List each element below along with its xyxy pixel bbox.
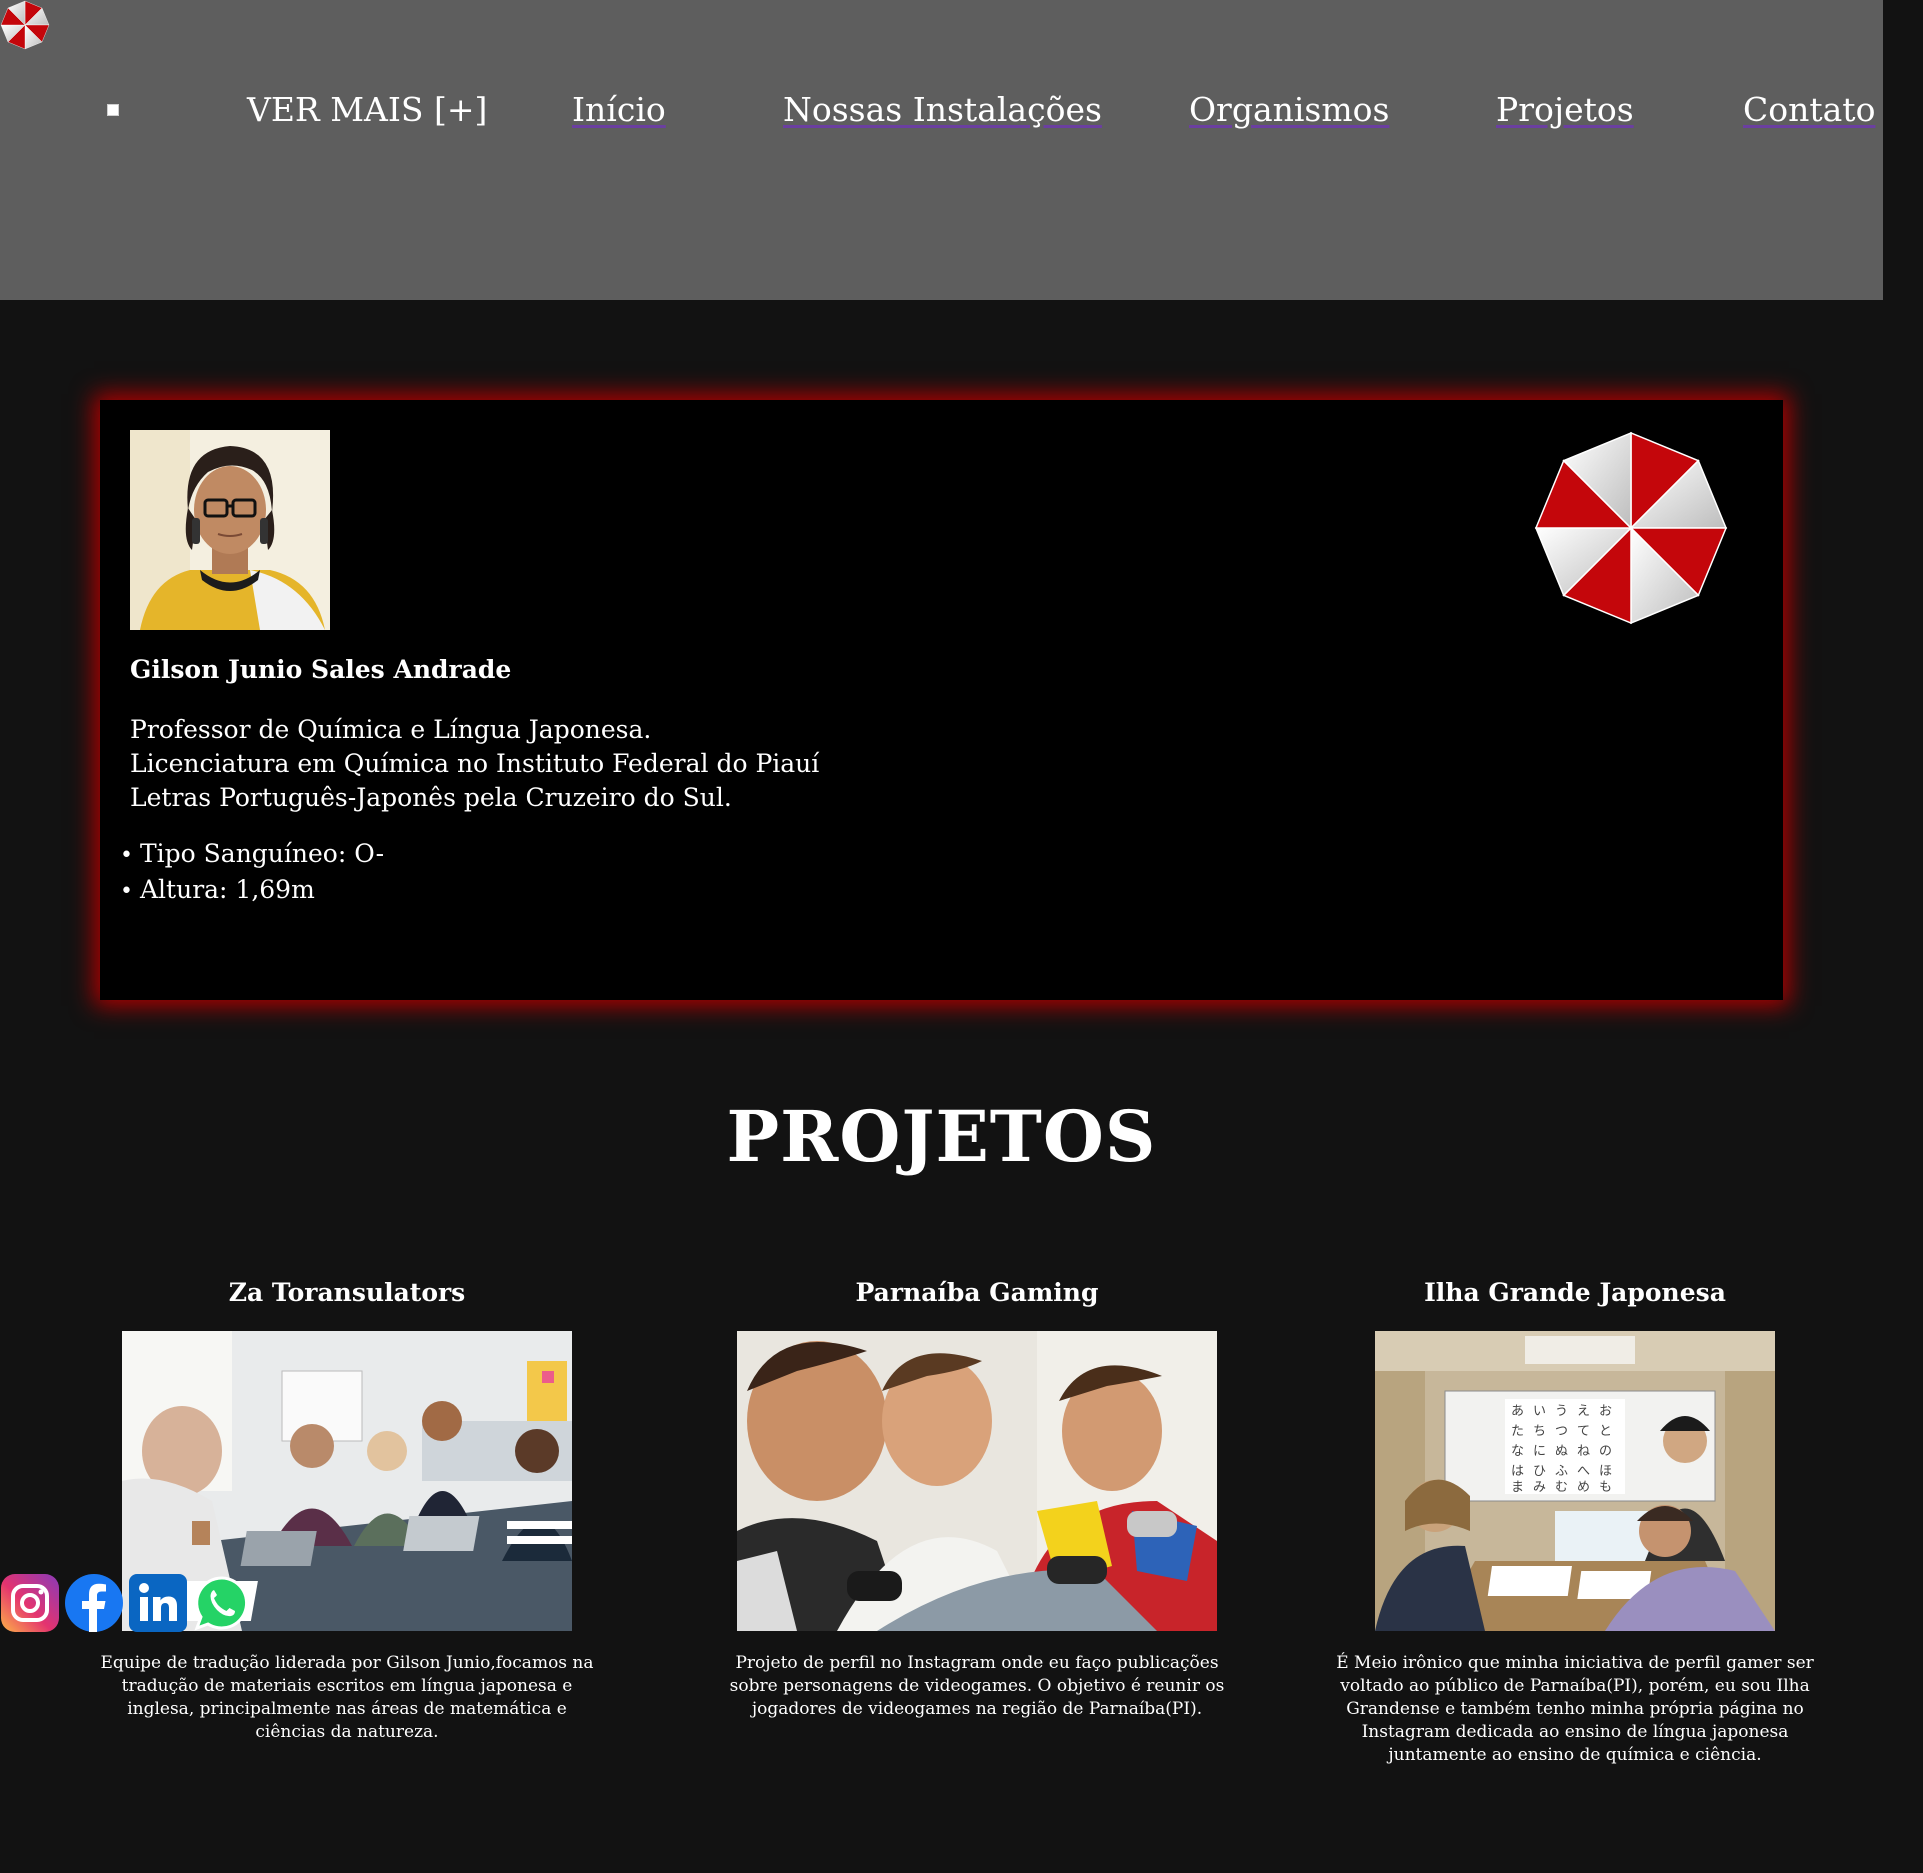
project-title: Za Toransulators bbox=[228, 1278, 466, 1307]
desc-line: jogadores de videogames na região de Par… bbox=[751, 1699, 1203, 1719]
project-image-japanese-class: あいうえお たちつてと なにぬねの はひふへほ まみむめも bbox=[1375, 1331, 1775, 1631]
desc-line: Equipe de tradução liderada por Gilson J… bbox=[100, 1653, 594, 1673]
desc-line: tradução de materiais escritos em língua… bbox=[121, 1676, 573, 1696]
project-title: Parnaíba Gaming bbox=[855, 1278, 1099, 1307]
svg-text:ぬ: ぬ bbox=[1555, 1444, 1568, 1459]
project-description: É Meio irônico que minha iniciativa de p… bbox=[1325, 1652, 1825, 1767]
project-title: Ilha Grande Japonesa bbox=[1424, 1278, 1726, 1307]
project-image-team-meeting bbox=[122, 1331, 572, 1631]
ver-mais-button[interactable]: VER MAIS [+] bbox=[247, 88, 487, 132]
profile-name: Gilson Junio Sales Andrade bbox=[130, 655, 512, 684]
svg-text:む: む bbox=[1555, 1480, 1568, 1495]
svg-text:ね: ね bbox=[1577, 1444, 1590, 1459]
svg-text:お: お bbox=[1599, 1404, 1612, 1419]
profile-facts-list: Tipo Sanguíneo: O- Altura: 1,69m bbox=[120, 837, 384, 909]
bio-line: Letras Português-Japonês pela Cruzeiro d… bbox=[130, 783, 732, 812]
top-navigation-bar: VER MAIS [+] Início Nossas Instalações O… bbox=[0, 0, 1883, 300]
svg-text:あ: あ bbox=[1511, 1404, 1524, 1419]
svg-text:ま: ま bbox=[1511, 1480, 1524, 1495]
svg-text:う: う bbox=[1555, 1404, 1568, 1419]
nav-link-projetos[interactable]: Projetos bbox=[1496, 88, 1634, 132]
profile-photo bbox=[130, 430, 330, 630]
svg-text:て: て bbox=[1577, 1424, 1590, 1439]
bio-line: Professor de Química e Língua Japonesa. bbox=[130, 715, 652, 744]
svg-text:は: は bbox=[1511, 1464, 1524, 1479]
svg-text:も: も bbox=[1599, 1480, 1612, 1495]
list-item: Altura: 1,69m bbox=[120, 873, 384, 909]
list-item: Tipo Sanguíneo: O- bbox=[120, 837, 384, 873]
desc-line: Grandense e também tenho minha própria p… bbox=[1346, 1699, 1804, 1719]
nav-link-inicio[interactable]: Início bbox=[572, 88, 666, 132]
projects-heading: PROJETOS bbox=[726, 1095, 1157, 1178]
nav-link-nossas-instalacoes[interactable]: Nossas Instalações bbox=[783, 88, 1102, 132]
bio-line: Licenciatura em Química no Instituto Fed… bbox=[130, 749, 820, 778]
desc-line: Projeto de perfil no Instagram onde eu f… bbox=[735, 1653, 1219, 1673]
nav-link-organismos[interactable]: Organismos bbox=[1189, 88, 1389, 132]
project-description: Equipe de tradução liderada por Gilson J… bbox=[97, 1652, 597, 1744]
whatsapp-icon[interactable] bbox=[192, 1573, 252, 1633]
svg-text:と: と bbox=[1599, 1424, 1612, 1439]
svg-text:へ: へ bbox=[1577, 1464, 1590, 1479]
svg-text:に: に bbox=[1533, 1444, 1546, 1459]
profile-card: Gilson Junio Sales Andrade Professor de … bbox=[100, 400, 1783, 1000]
desc-line: Instagram dedicada ao ensino de língua j… bbox=[1361, 1722, 1789, 1742]
svg-text:た: た bbox=[1511, 1424, 1524, 1439]
facebook-icon[interactable] bbox=[64, 1573, 124, 1633]
svg-text:い: い bbox=[1533, 1404, 1546, 1419]
svg-text:み: み bbox=[1533, 1480, 1546, 1495]
menu-toggle-icon[interactable] bbox=[107, 104, 119, 116]
linkedin-icon[interactable] bbox=[128, 1573, 188, 1633]
project-description: Projeto de perfil no Instagram onde eu f… bbox=[727, 1652, 1227, 1721]
svg-text:え: え bbox=[1577, 1404, 1590, 1419]
svg-text:ふ: ふ bbox=[1555, 1464, 1568, 1479]
svg-text:つ: つ bbox=[1555, 1424, 1568, 1439]
umbrella-corp-logo-icon bbox=[1532, 429, 1730, 627]
svg-text:の: の bbox=[1599, 1444, 1612, 1459]
desc-line: juntamente ao ensino de química e ciênci… bbox=[1388, 1745, 1762, 1765]
desc-line: inglesa, principalmente nas áreas de mat… bbox=[127, 1699, 567, 1719]
instagram-icon[interactable] bbox=[0, 1573, 60, 1633]
desc-line: voltado ao público de Parnaíba(PI), poré… bbox=[1340, 1676, 1810, 1696]
svg-text:め: め bbox=[1577, 1480, 1590, 1495]
desc-line: ciências da natureza. bbox=[255, 1722, 439, 1742]
svg-text:ほ: ほ bbox=[1599, 1464, 1612, 1479]
desc-line: É Meio irônico que minha iniciativa de p… bbox=[1336, 1653, 1814, 1673]
umbrella-corp-logo-icon[interactable] bbox=[0, 0, 50, 50]
profile-bio: Professor de Química e Língua Japonesa. … bbox=[130, 713, 819, 815]
svg-text:ち: ち bbox=[1533, 1424, 1546, 1439]
project-image-gaming bbox=[737, 1331, 1217, 1631]
svg-text:な: な bbox=[1511, 1444, 1524, 1459]
svg-text:ひ: ひ bbox=[1533, 1464, 1546, 1479]
desc-line: sobre personagens de videogames. O objet… bbox=[729, 1676, 1225, 1696]
nav-link-contato[interactable]: Contato bbox=[1743, 88, 1875, 132]
